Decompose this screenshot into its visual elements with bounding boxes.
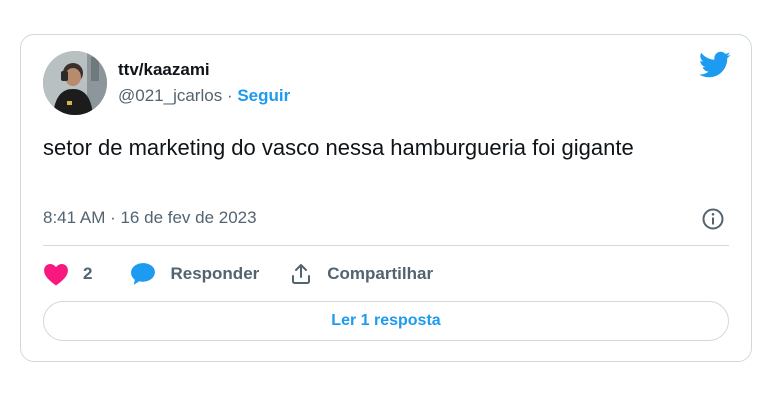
heart-icon: [44, 264, 68, 286]
like-count: 2: [83, 264, 93, 283]
reply-label: Responder: [170, 264, 260, 283]
share-icon: [292, 264, 311, 284]
divider: [43, 245, 729, 246]
reply-button[interactable]: Responder: [130, 262, 259, 286]
follow-button[interactable]: Seguir: [237, 86, 290, 105]
speech-bubble-icon: [131, 263, 156, 285]
share-label: Compartilhar: [327, 264, 434, 283]
avatar[interactable]: [43, 51, 107, 115]
user-handle[interactable]: @021_jcarlos: [118, 86, 222, 105]
tweet-card: ttv/kaazami @021_jcarlos · Seguir setor …: [20, 34, 752, 362]
like-button[interactable]: 2: [43, 262, 92, 286]
tweet-actions: 2 Responder Compartilhar: [43, 259, 433, 289]
display-name[interactable]: ttv/kaazami: [118, 60, 210, 80]
info-icon[interactable]: [701, 207, 725, 231]
tweet-timestamp[interactable]: 8:41 AM · 16 de fev de 2023: [43, 208, 257, 228]
handle-separator: ·: [226, 86, 233, 105]
twitter-bird-icon[interactable]: [699, 51, 731, 79]
user-photo-icon: [43, 51, 107, 115]
share-button[interactable]: Compartilhar: [289, 262, 433, 286]
tweet-text: setor de marketing do vasco nessa hambur…: [43, 135, 634, 160]
handle-line: @021_jcarlos · Seguir: [118, 86, 290, 106]
read-replies-button[interactable]: Ler 1 resposta: [43, 301, 729, 341]
